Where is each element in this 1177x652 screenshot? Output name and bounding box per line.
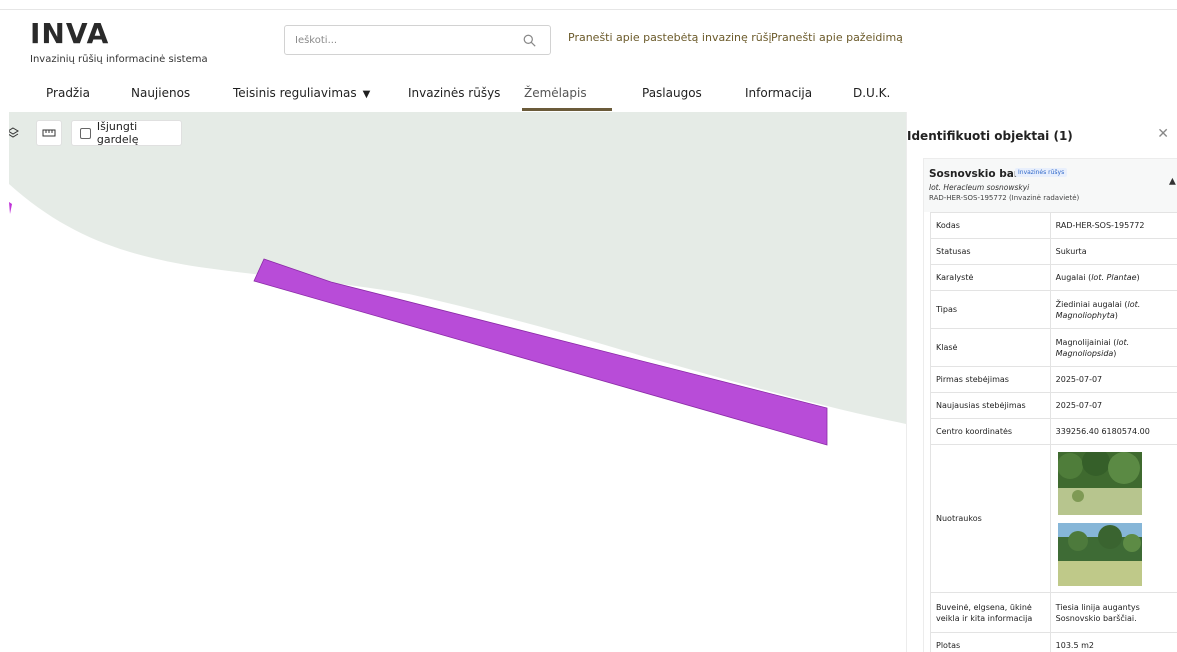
land-area	[9, 112, 906, 424]
grid-toggle-label: Išjungti gardelę	[96, 120, 139, 146]
nav-active-indicator	[522, 108, 612, 111]
grid-toggle[interactable]: Išjungti gardelę	[71, 120, 182, 146]
row-value: RAD-HER-SOS-195772	[1049, 212, 1177, 239]
chevron-down-icon: ▼	[362, 89, 371, 100]
object-card-header[interactable]: Sosnovskio barštis Invazinės rūšys lot. …	[924, 159, 1177, 212]
table-row: Centro koordinatės 339256.40 6180574.00	[930, 418, 1177, 445]
nav-item-species[interactable]: Invazinės rūšys	[408, 86, 500, 100]
object-card: Sosnovskio barštis Invazinės rūšys lot. …	[923, 158, 1177, 652]
nav-item-information[interactable]: Informacija	[745, 86, 812, 100]
table-row: Statusas Sukurta	[930, 238, 1177, 265]
row-key: Nuotraukos	[930, 444, 1051, 593]
row-key: Statusas	[930, 238, 1051, 265]
row-key: Pirmas stebėjimas	[930, 366, 1051, 393]
chevron-up-icon[interactable]: ▼	[1169, 176, 1176, 186]
category-badge: Invazinės rūšys	[1015, 168, 1068, 177]
row-key: Naujausias stebėjimas	[930, 392, 1051, 419]
photo-thumbnail[interactable]	[1057, 451, 1142, 515]
row-value: 339256.40 6180574.00	[1049, 418, 1177, 445]
panel-title: Identifikuoti objektai (1)	[907, 129, 1073, 143]
search-box[interactable]	[284, 25, 551, 55]
logo[interactable]: INVA	[30, 20, 109, 48]
row-value: 103.5 m2	[1049, 632, 1177, 652]
row-key: Plotas	[930, 632, 1051, 652]
properties-table: Kodas RAD-HER-SOS-195772 Statusas Sukurta …	[930, 212, 1177, 652]
table-row: Klasė Magnolijainiai (lot. Magnoliopsida)	[930, 328, 1177, 367]
species-latin-name: lot. Heracleum sosnowskyi	[929, 183, 1030, 192]
row-key: Tipas	[930, 290, 1051, 329]
row-value: 2025-07-07	[1049, 366, 1177, 393]
row-key: Kodas	[930, 212, 1051, 239]
nav-item-faq[interactable]: D.U.K.	[853, 86, 890, 100]
layers-button[interactable]	[9, 120, 25, 146]
nav-item-map[interactable]: Žemėlapis	[524, 86, 587, 100]
row-key: Karalystė	[930, 264, 1051, 291]
nav-item-legal-label: Teisinis reguliavimas	[233, 86, 357, 100]
close-icon[interactable]: ✕	[1157, 126, 1169, 142]
ruler-icon	[42, 129, 56, 137]
top-divider	[0, 9, 1177, 10]
measure-button[interactable]	[36, 120, 62, 146]
row-value: 2025-07-07	[1049, 392, 1177, 419]
table-row: Naujausias stebėjimas 2025-07-07	[930, 392, 1177, 419]
table-row: Buveinė, elgsena, ūkinė veikla ir kita i…	[930, 592, 1177, 633]
search-input[interactable]	[295, 26, 515, 54]
main-nav: Pradžia Naujienos Teisinis reguliavimas ▼…	[0, 78, 1177, 112]
table-row: Plotas 103.5 m2	[930, 632, 1177, 652]
photos-cell	[1049, 444, 1177, 593]
search-icon[interactable]	[523, 34, 536, 47]
row-value: Augalai (lot. Plantae)	[1049, 264, 1177, 291]
report-violation-link[interactable]: Pranešti apie pažeidimą	[771, 31, 903, 44]
layers-icon	[9, 127, 19, 138]
row-value: Tiesia linija augantys Sosnovskio baršči…	[1049, 592, 1177, 633]
species-reference: RAD-HER-SOS-195772 (Invazinė radavietė)	[929, 194, 1080, 202]
identified-objects-panel: Identifikuoti objektai (1) ✕ Sosnovskio …	[906, 112, 1177, 652]
row-value: Sukurta	[1049, 238, 1177, 265]
nav-item-services[interactable]: Paslaugos	[642, 86, 702, 100]
grid-checkbox[interactable]	[80, 127, 91, 139]
map-layer[interactable]	[9, 112, 906, 652]
photo-thumbnail[interactable]	[1057, 522, 1142, 586]
table-row: Karalystė Augalai (lot. Plantae)	[930, 264, 1177, 291]
row-value: Žiediniai augalai (lot. Magnoliophyta)	[1049, 290, 1177, 329]
observation-marker-edge	[9, 202, 12, 214]
logo-subtitle: Invazinių rūšių informacinė sistema	[30, 54, 208, 65]
nav-item-home[interactable]: Pradžia	[46, 86, 90, 100]
row-key: Buveinė, elgsena, ūkinė veikla ir kita i…	[930, 592, 1051, 633]
report-sighting-link[interactable]: Pranešti apie pastebėtą invazinę rūšį	[568, 31, 772, 44]
nav-item-legal[interactable]: Teisinis reguliavimas ▼	[233, 86, 370, 100]
table-row: Pirmas stebėjimas 2025-07-07	[930, 366, 1177, 393]
table-row: Tipas Žiediniai augalai (lot. Magnoliophy…	[930, 290, 1177, 329]
row-key: Centro koordinatės	[930, 418, 1051, 445]
table-row: Kodas RAD-HER-SOS-195772	[930, 212, 1177, 239]
row-value: Magnolijainiai (lot. Magnoliopsida)	[1049, 328, 1177, 367]
table-row: Nuotraukos	[930, 444, 1177, 593]
nav-item-news[interactable]: Naujienos	[131, 86, 190, 100]
map-canvas[interactable]: Išjungti gardelę	[9, 112, 906, 652]
row-key: Klasė	[930, 328, 1051, 367]
